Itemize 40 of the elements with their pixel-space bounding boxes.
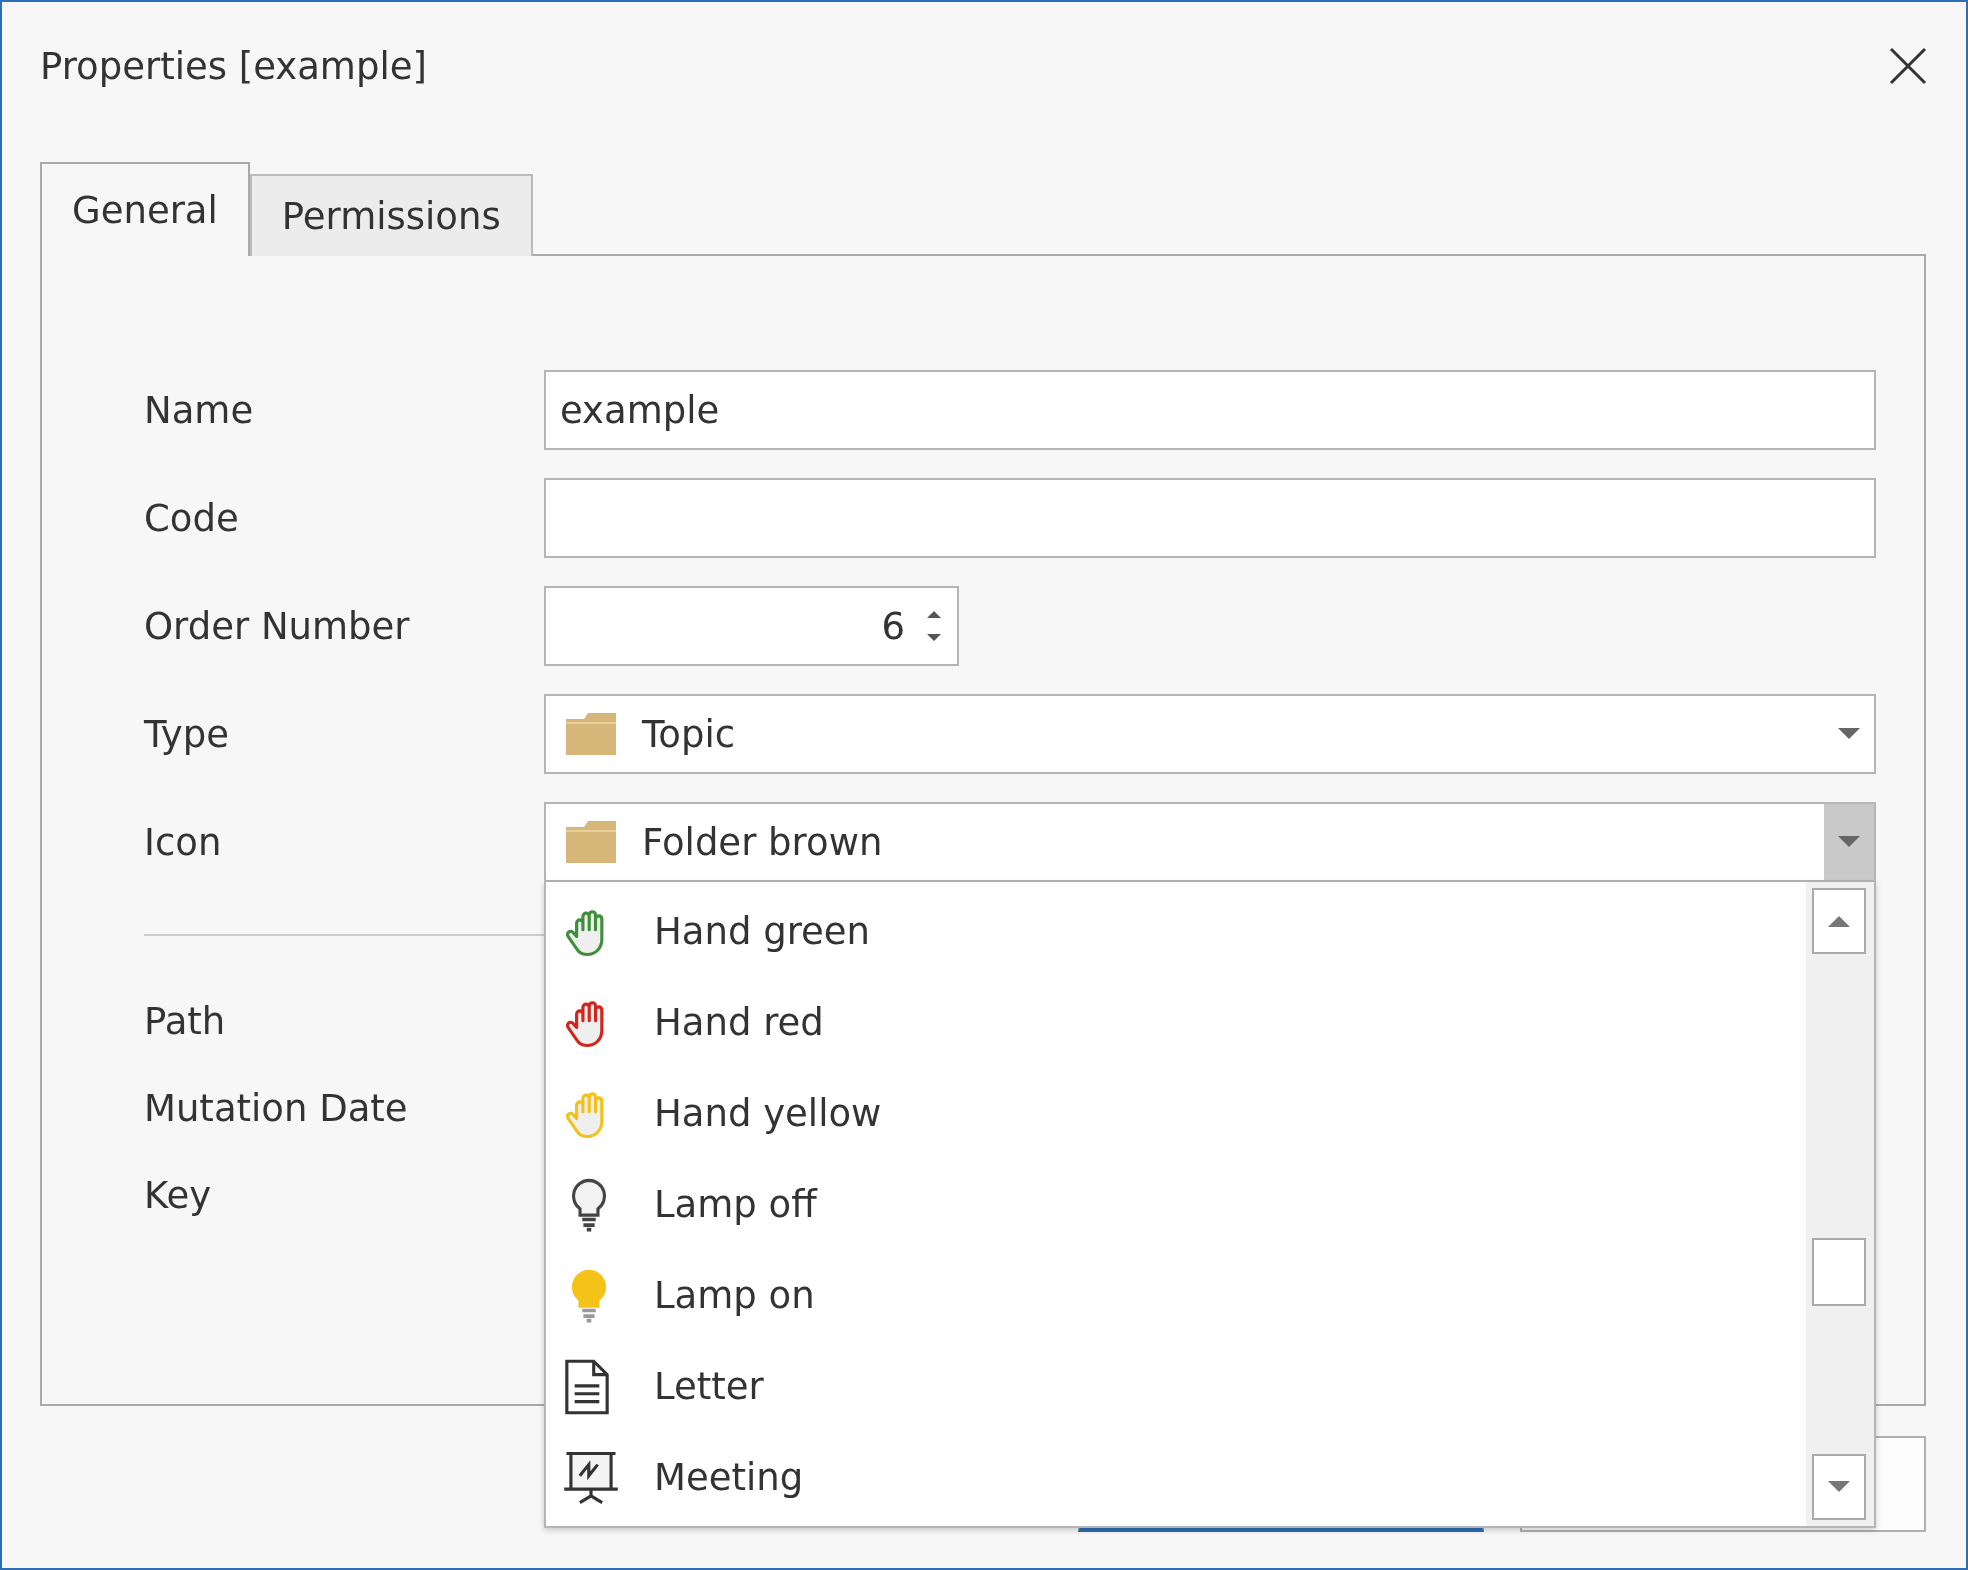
item-label: Lamp off xyxy=(654,1183,817,1226)
field-label: Mutation Date xyxy=(144,1087,408,1130)
list-item[interactable]: Hand green xyxy=(546,886,1806,977)
field-label: Order Number xyxy=(144,604,411,648)
down-arrow-icon xyxy=(1828,1481,1850,1493)
scroll-thumb[interactable] xyxy=(1812,1238,1866,1306)
text-field[interactable] xyxy=(544,478,1876,558)
document-icon xyxy=(562,1358,612,1415)
item-label: Lamp on xyxy=(654,1274,815,1317)
field-label: Path xyxy=(144,1000,226,1043)
list-item[interactable]: Letter xyxy=(546,1341,1806,1432)
field-label: Icon xyxy=(144,820,223,864)
field-label: Type xyxy=(144,712,230,756)
tab[interactable]: Permissions xyxy=(249,174,533,256)
item-label: Hand red xyxy=(654,1001,824,1044)
scrollbar[interactable] xyxy=(1806,882,1874,1526)
tab[interactable]: General xyxy=(40,162,250,256)
item-label: Letter xyxy=(654,1365,764,1408)
text-field[interactable]: example xyxy=(544,370,1876,450)
number-spinner[interactable]: 6 xyxy=(544,586,959,666)
scroll-down-button[interactable] xyxy=(1812,1454,1866,1520)
caret-icon xyxy=(1838,728,1860,740)
field-label: Name xyxy=(144,388,255,432)
caret-icon xyxy=(1838,836,1860,848)
dropdown-field[interactable]: Folder brown xyxy=(544,802,1876,882)
list-item[interactable]: Meeting xyxy=(546,1432,1806,1523)
list-item[interactable]: Lamp off xyxy=(546,1159,1806,1250)
list-item[interactable]: Lamp on xyxy=(546,1250,1806,1341)
item-label: Hand green xyxy=(654,910,871,953)
list-item[interactable]: Hand red xyxy=(546,977,1806,1068)
item-label: Meeting xyxy=(654,1456,804,1499)
scroll-up-button[interactable] xyxy=(1812,888,1866,954)
dropdown-field[interactable]: Topic xyxy=(544,694,1876,774)
close-icon[interactable] xyxy=(1888,46,1928,86)
item-label: Hand yellow xyxy=(654,1092,882,1135)
field-label: Code xyxy=(144,496,240,540)
window-title: Properties [example] xyxy=(40,44,427,88)
list-item[interactable]: Hand yellow xyxy=(546,1068,1806,1159)
up-arrow-icon xyxy=(1828,915,1850,927)
field-label: Key xyxy=(144,1174,212,1217)
